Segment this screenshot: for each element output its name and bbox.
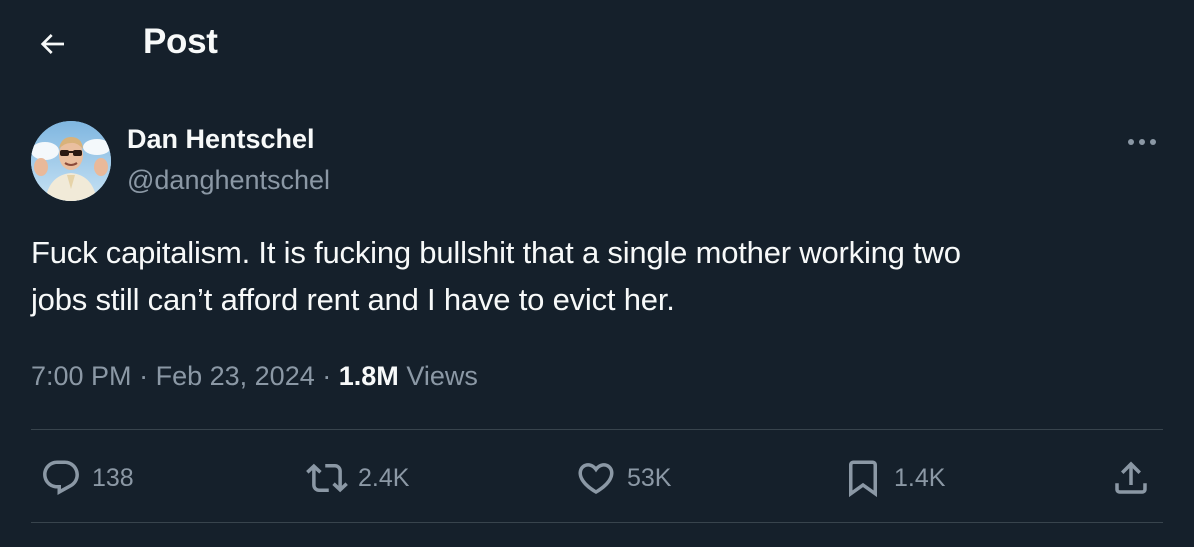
views-count[interactable]: 1.8M xyxy=(339,361,399,391)
reply-icon xyxy=(43,460,79,495)
reply-button[interactable]: 138 xyxy=(40,452,134,504)
post-text: Fuck capitalism. It is fucking bullshit … xyxy=(31,229,1161,323)
bookmark-icon xyxy=(849,460,877,498)
heart-icon xyxy=(578,463,614,495)
divider xyxy=(31,522,1163,523)
views-label: Views xyxy=(406,361,478,391)
share-button[interactable] xyxy=(1110,452,1152,504)
divider xyxy=(31,429,1163,430)
repost-button[interactable]: 2.4K xyxy=(306,452,409,504)
page-title: Post xyxy=(143,22,218,61)
action-bar: 138 2.4K 53K 1.4K xyxy=(0,452,1194,504)
reply-count: 138 xyxy=(92,463,134,492)
back-button[interactable] xyxy=(32,24,72,64)
post-page: Post Dan Hentschel @danghentschel Fuck c… xyxy=(0,0,1194,547)
arrow-left-icon xyxy=(40,34,64,54)
bookmark-button[interactable]: 1.4K xyxy=(842,452,945,504)
avatar[interactable] xyxy=(31,121,111,201)
post-time[interactable]: 7:00 PM xyxy=(31,361,132,391)
repost-icon xyxy=(306,463,348,493)
meta-separator: · xyxy=(322,361,332,391)
more-horizontal-icon xyxy=(1128,139,1156,145)
header-bar: Post xyxy=(0,0,1194,90)
bookmark-count: 1.4K xyxy=(894,463,946,492)
like-button[interactable]: 53K xyxy=(575,452,671,504)
post-meta: 7:00 PM · Feb 23, 2024 · 1.8M Views xyxy=(31,361,478,392)
meta-separator: · xyxy=(139,361,149,391)
share-icon xyxy=(1115,461,1147,494)
post-text-line-1: Fuck capitalism. It is fucking bullshit … xyxy=(31,235,961,270)
like-count: 53K xyxy=(627,463,672,492)
post-text-line-2: jobs still can’t afford rent and I have … xyxy=(31,282,675,317)
author-handle[interactable]: @danghentschel xyxy=(127,165,330,196)
author-display-name[interactable]: Dan Hentschel xyxy=(127,124,315,155)
more-options-button[interactable] xyxy=(1124,128,1160,156)
avatar-image xyxy=(31,121,111,201)
post-date[interactable]: Feb 23, 2024 xyxy=(156,361,315,391)
repost-count: 2.4K xyxy=(358,463,410,492)
